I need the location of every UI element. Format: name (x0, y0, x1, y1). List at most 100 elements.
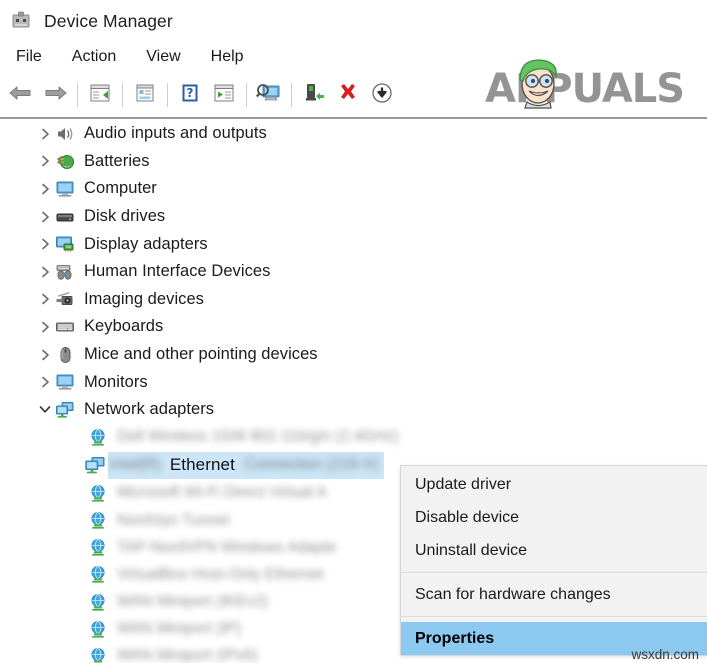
network-device-icon (88, 565, 108, 584)
ctx-properties[interactable]: Properties (401, 622, 707, 655)
chevron-right-icon[interactable] (36, 155, 54, 167)
chevron-right-icon[interactable] (36, 293, 54, 305)
chevron-right-icon[interactable] (36, 128, 54, 140)
chevron-right-icon[interactable] (36, 183, 54, 195)
device-row-label: VirtualBox Host-Only Ethernet (117, 565, 324, 583)
ctx-uninstall-device[interactable]: Uninstall device (401, 534, 707, 567)
context-menu-separator (401, 616, 707, 617)
toolbar-properties[interactable] (128, 78, 162, 112)
toolbar-separator (122, 83, 123, 107)
tree-node-human-interface-devices[interactable]: Human Interface Devices (0, 258, 707, 286)
menu-view[interactable]: View (138, 46, 192, 68)
context-menu-separator (401, 572, 707, 573)
chevron-right-icon[interactable] (36, 238, 54, 250)
chevron-right-icon[interactable] (36, 321, 54, 333)
keyboard-icon (54, 317, 76, 337)
tree-node-label: Computer (84, 179, 157, 198)
network-device-icon (88, 620, 108, 639)
network-device-icon (88, 647, 108, 663)
network-device-icon (88, 538, 108, 557)
device-row-label: NordVpn Tunnel (117, 511, 230, 529)
help-icon: ? (180, 83, 200, 108)
menu-bar: File Action View Help (0, 42, 707, 72)
toolbar-forward[interactable] (38, 78, 72, 112)
tree-node-monitors[interactable]: Monitors (0, 368, 707, 396)
tree-node-imaging-devices[interactable]: Imaging devices (0, 286, 707, 314)
chevron-right-icon[interactable] (36, 376, 54, 388)
forward-arrow-icon (42, 83, 68, 108)
device-row-label: TAP-NordVPN Windows Adapte (117, 538, 337, 556)
back-arrow-icon (8, 83, 34, 108)
tree-node-label: Monitors (84, 372, 148, 391)
toolbar-console-tree[interactable] (83, 78, 117, 112)
chevron-right-icon[interactable] (36, 211, 54, 223)
show-hide-console-tree-icon (89, 83, 111, 108)
device-row-label: WAN Miniport (IKEv2) (117, 593, 269, 611)
network-device-icon (88, 593, 108, 612)
toolbar-disable-device[interactable] (365, 78, 399, 112)
device-row-label: WAN Miniport (IPv6) (117, 647, 258, 663)
toolbar-separator (291, 83, 292, 107)
toolbar-update-driver[interactable] (207, 78, 241, 112)
network-device-icon (88, 484, 108, 503)
scan-hardware-changes-icon (255, 82, 282, 109)
context-menu[interactable]: Update driver Disable device Uninstall d… (400, 465, 707, 656)
title-bar: Device Manager (0, 0, 707, 42)
device-row-label-suffix: Connection (219-V) (243, 456, 379, 474)
chevron-right-icon[interactable] (36, 266, 54, 278)
mouse-icon (54, 345, 76, 365)
device-row-label-ethernet: Ethernet (169, 455, 235, 475)
tree-node-label: Disk drives (84, 207, 166, 226)
ctx-disable-device[interactable]: Disable device (401, 501, 707, 534)
ctx-update-driver[interactable]: Update driver (401, 468, 707, 501)
tree-node-label: Imaging devices (84, 289, 204, 308)
chevron-down-icon[interactable] (36, 405, 54, 414)
toolbar-back[interactable] (4, 78, 38, 112)
enable-device-icon (303, 82, 325, 109)
tree-node-batteries[interactable]: Batteries (0, 148, 707, 176)
toolbar-enable-device[interactable] (297, 78, 331, 112)
uninstall-device-icon (337, 82, 359, 109)
tree-node-network-adapters[interactable]: Network adapters (0, 396, 707, 424)
toolbar-separator (246, 83, 247, 107)
tree-node-label: Display adapters (84, 234, 208, 253)
tree-node-label: Batteries (84, 151, 150, 170)
toolbar-scan-hardware[interactable] (252, 78, 286, 112)
device-row-label: Dell Wireless 1506 802.11b/g/n (2.4GHz) (117, 428, 399, 446)
toolbar: ? (0, 73, 707, 117)
toolbar-divider (0, 117, 707, 119)
device-row-label: WAN Miniport (IP) (117, 620, 242, 638)
toolbar-separator (167, 83, 168, 107)
chevron-right-icon[interactable] (36, 349, 54, 361)
display-adapter-icon (54, 234, 76, 254)
tree-node-mice-and-other-pointing-devices[interactable]: Mice and other pointing devices (0, 341, 707, 369)
tree-node-label: Audio inputs and outputs (84, 124, 267, 143)
tree-node-label: Network adapters (84, 400, 215, 419)
monitor-icon (54, 179, 76, 199)
tree-node-disk-drives[interactable]: Disk drives (0, 203, 707, 231)
disk-drive-icon (54, 207, 76, 227)
device-row[interactable]: Dell Wireless 1506 802.11b/g/n (2.4GHz) (0, 424, 707, 451)
menu-file[interactable]: File (8, 46, 54, 68)
tree-node-display-adapters[interactable]: Display adapters (0, 230, 707, 258)
menu-action[interactable]: Action (64, 46, 128, 68)
menu-help[interactable]: Help (203, 46, 256, 68)
ctx-scan-hardware-changes[interactable]: Scan for hardware changes (401, 578, 707, 611)
disable-device-icon (371, 82, 393, 109)
properties-icon (134, 83, 156, 108)
device-row-selection-band[interactable]: Intel(R) Ethernet Connection (219-V) (108, 451, 385, 479)
tree-node-keyboards[interactable]: Keyboards (0, 313, 707, 341)
network-adapter-icon (54, 400, 76, 420)
device-manager-icon (10, 10, 32, 32)
update-driver-icon (213, 83, 235, 108)
toolbar-uninstall-device[interactable] (331, 78, 365, 112)
monitor-icon (54, 372, 76, 392)
tree-node-audio-inputs-and-outputs[interactable]: Audio inputs and outputs (0, 120, 707, 148)
device-manager-window: Device Manager File Action View Help ? A… (0, 0, 707, 663)
svg-text:?: ? (187, 86, 194, 100)
speaker-icon (54, 124, 76, 144)
toolbar-help[interactable]: ? (173, 78, 207, 112)
tree-node-computer[interactable]: Computer (0, 175, 707, 203)
device-row-label: Microsoft Wi-Fi Direct Virtual A (117, 484, 327, 502)
tree-node-label: Keyboards (84, 317, 164, 336)
